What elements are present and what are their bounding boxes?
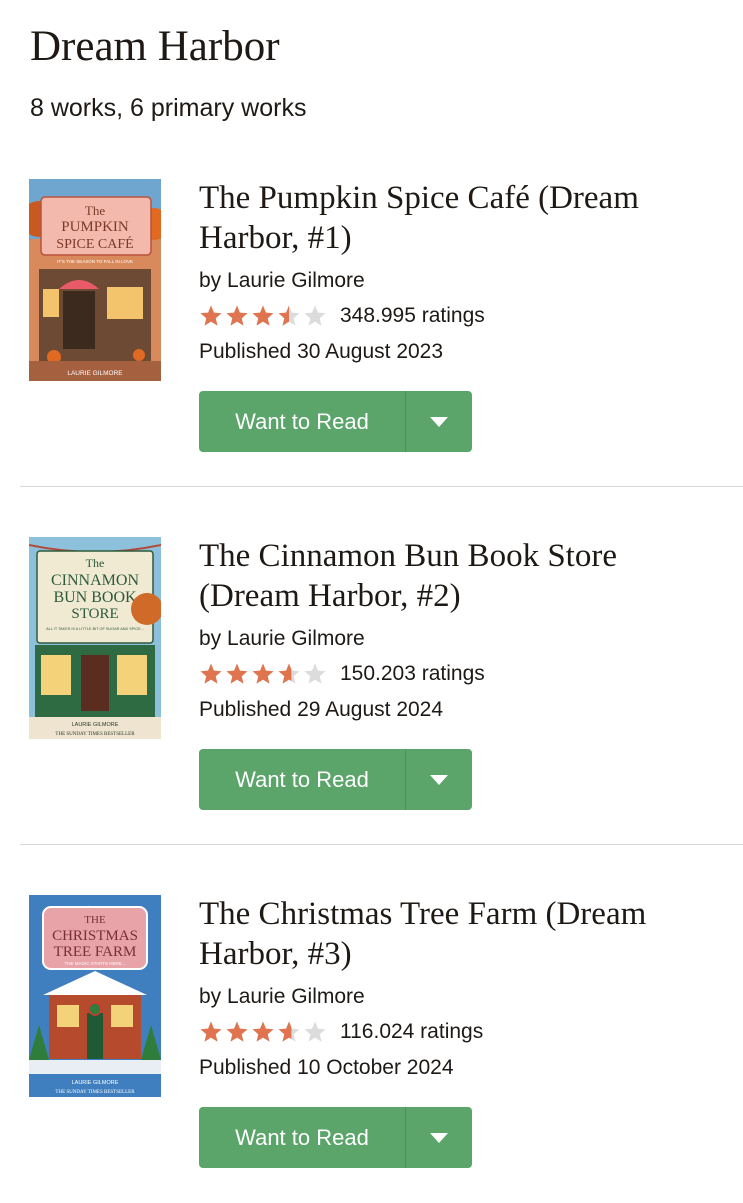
want-to-read-button-group: Want to Read	[199, 749, 472, 810]
star-filled-icon	[226, 305, 248, 326]
book-title-link[interactable]: The Cinnamon Bun Book Store (Dream Harbo…	[199, 536, 719, 616]
star-filled-icon	[200, 305, 222, 326]
star-rating	[199, 1019, 329, 1045]
ratings-count: 116.024 ratings	[340, 1020, 484, 1043]
star-filled-icon	[252, 1021, 274, 1042]
cover-title-line: The	[85, 203, 105, 218]
ratings-count: 150.203 ratings	[340, 662, 485, 685]
publication-date: Published 29 August 2024	[199, 698, 444, 721]
book-cover[interactable]: The CINNAMON BUN BOOK STORE ALL IT TAKES…	[29, 537, 161, 739]
book-info: The Pumpkin Spice Café (Dream Harbor, #1…	[199, 178, 719, 452]
cover-title-line: STORE	[71, 606, 118, 622]
star-half-icon	[278, 663, 300, 684]
cover-tagline: IT'S THE SEASON TO FALL IN LOVE	[57, 259, 133, 264]
star-filled-icon	[252, 663, 274, 684]
cover-title-line: CINNAMON	[51, 572, 139, 589]
want-to-read-button[interactable]: Want to Read	[199, 391, 406, 452]
divider	[20, 844, 743, 845]
cover-title-line: BUN BOOK	[53, 589, 137, 606]
cover-bestseller: THE SUNDAY TIMES BESTSELLER	[55, 732, 135, 737]
rating-row: 150.203 ratings	[199, 660, 719, 688]
ratings-count: 348.995 ratings	[340, 304, 485, 327]
caret-down-icon	[430, 1132, 448, 1143]
caret-down-icon	[430, 416, 448, 427]
star-empty-icon	[304, 663, 326, 684]
shelf-dropdown-button[interactable]	[406, 391, 472, 452]
book-info: The Christmas Tree Farm (Dream Harbor, #…	[199, 894, 719, 1168]
cover-title-line: The	[86, 556, 105, 570]
cover-bestseller: THE SUNDAY TIMES BESTSELLER	[55, 1090, 135, 1095]
cover-title-line: PUMPKIN	[61, 219, 129, 235]
cover-tagline: THE MAGIC STARTS HERE...	[64, 961, 125, 966]
series-title: Dream Harbor	[30, 23, 280, 70]
book-author[interactable]: by Laurie Gilmore	[199, 268, 719, 294]
cover-title-line: THE	[84, 914, 106, 926]
book-author[interactable]: by Laurie Gilmore	[199, 984, 719, 1010]
cover-author: LAURIE GILMORE	[72, 722, 119, 728]
shelf-dropdown-button[interactable]	[406, 749, 472, 810]
caret-down-icon	[430, 774, 448, 785]
cover-tagline: ALL IT TAKES IS A LITTLE BIT OF SUGAR AN…	[46, 627, 144, 631]
publication-date: Published 30 August 2023	[199, 340, 444, 363]
cover-title-line: CHRISTMAS	[52, 928, 138, 944]
star-filled-icon	[200, 1021, 222, 1042]
cover-author: LAURIE GILMORE	[72, 1080, 119, 1086]
book-list-item: The PUMPKIN SPICE CAFÉ IT'S THE SEASON T…	[0, 130, 743, 487]
cover-author: LAURIE GILMORE	[67, 370, 123, 377]
book-author[interactable]: by Laurie Gilmore	[199, 626, 719, 652]
want-to-read-button[interactable]: Want to Read	[199, 749, 406, 810]
want-to-read-button-group: Want to Read	[199, 1107, 472, 1168]
star-half-icon	[278, 1021, 300, 1042]
star-filled-icon	[226, 663, 248, 684]
cover-title-line: SPICE CAFÉ	[56, 235, 133, 252]
star-rating	[199, 661, 329, 687]
want-to-read-button-group: Want to Read	[199, 391, 472, 452]
book-cover[interactable]: THE CHRISTMAS TREE FARM THE MAGIC STARTS…	[29, 895, 161, 1097]
divider	[20, 486, 743, 487]
book-list-item: THE CHRISTMAS TREE FARM THE MAGIC STARTS…	[0, 846, 743, 1203]
star-filled-icon	[252, 305, 274, 326]
book-cover[interactable]: The PUMPKIN SPICE CAFÉ IT'S THE SEASON T…	[29, 179, 161, 381]
star-empty-icon	[304, 1021, 326, 1042]
star-filled-icon	[200, 663, 222, 684]
book-title-link[interactable]: The Pumpkin Spice Café (Dream Harbor, #1…	[199, 178, 719, 258]
shelf-dropdown-button[interactable]	[406, 1107, 472, 1168]
book-title-link[interactable]: The Christmas Tree Farm (Dream Harbor, #…	[199, 894, 719, 974]
want-to-read-button[interactable]: Want to Read	[199, 1107, 406, 1168]
star-half-icon	[278, 305, 300, 326]
book-info: The Cinnamon Bun Book Store (Dream Harbo…	[199, 536, 719, 810]
star-rating	[199, 303, 329, 329]
book-list-item: The CINNAMON BUN BOOK STORE ALL IT TAKES…	[0, 488, 743, 845]
rating-row: 116.024 ratings	[199, 1018, 719, 1046]
star-filled-icon	[226, 1021, 248, 1042]
star-empty-icon	[304, 305, 326, 326]
cover-title-line: TREE FARM	[54, 944, 137, 960]
publication-date: Published 10 October 2024	[199, 1056, 454, 1079]
rating-row: 348.995 ratings	[199, 302, 719, 330]
series-stats: 8 works, 6 primary works	[30, 94, 307, 122]
